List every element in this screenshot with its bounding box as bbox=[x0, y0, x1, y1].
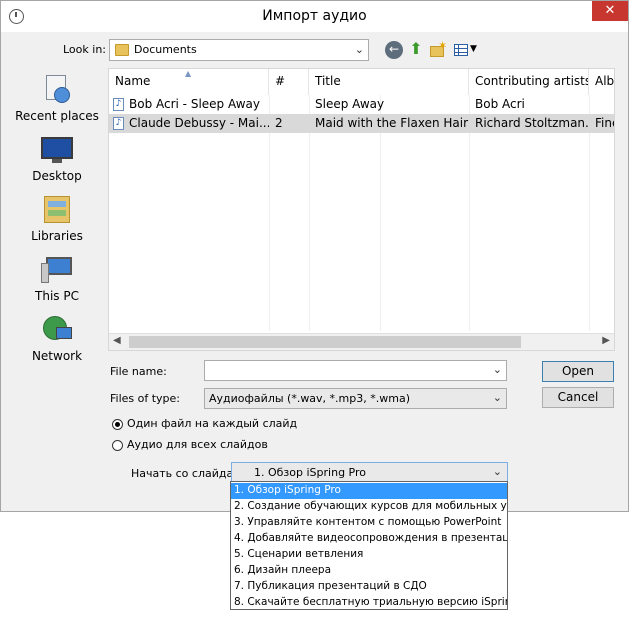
chevron-down-icon: ⌄ bbox=[354, 43, 364, 56]
place-label: Network bbox=[31, 349, 83, 363]
artist-cell: Richard Stoltzman... bbox=[475, 116, 589, 130]
title-cell: Sleep Away bbox=[315, 97, 385, 111]
radio-all-slides-label[interactable]: Аудио для всех слайдов bbox=[127, 438, 268, 451]
column-header-row: ▲ Name # Title Contributing artists Albu bbox=[109, 69, 614, 95]
audio-file-icon: ♪ bbox=[113, 98, 124, 111]
place-this-pc[interactable]: This PC bbox=[9, 253, 105, 303]
cancel-button[interactable]: Cancel bbox=[542, 387, 614, 408]
title-cell: Maid with the Flaxen Hair bbox=[315, 116, 469, 130]
dropdown-option[interactable]: 4. Добавляйте видеосопровождения в презе… bbox=[231, 531, 507, 547]
dropdown-option[interactable]: 8. Скачайте бесплатную триальную версию … bbox=[231, 595, 507, 609]
folder-icon bbox=[115, 44, 129, 56]
file-name: Bob Acri - Sleep Away bbox=[129, 97, 260, 111]
chevron-down-icon: ⌄ bbox=[492, 391, 502, 404]
new-folder-icon[interactable]: ✶ bbox=[429, 39, 447, 59]
lookin-combo[interactable]: Documents ⌄ bbox=[109, 39, 369, 61]
table-row[interactable]: ♪ Bob Acri - Sleep Away Sleep Away Bob A… bbox=[109, 95, 614, 114]
dropdown-option[interactable]: 5. Сценарии ветвления bbox=[231, 547, 507, 563]
lookin-value: Documents bbox=[134, 43, 197, 56]
sort-ascending-icon: ▲ bbox=[185, 69, 192, 78]
file-name-cell: ♪ Claude Debussy - Mai... bbox=[109, 114, 269, 133]
radio-one-per-slide[interactable] bbox=[112, 419, 123, 430]
place-label: Desktop bbox=[32, 169, 82, 183]
network-icon bbox=[40, 313, 74, 345]
track-number-cell: 2 bbox=[275, 116, 283, 130]
file-name-label: File name: bbox=[110, 365, 167, 378]
place-recent[interactable]: Recent places bbox=[9, 73, 105, 123]
title-bar[interactable]: Импорт аудио ✕ bbox=[1, 1, 628, 32]
chevron-down-icon[interactable]: ⌄ bbox=[493, 363, 502, 376]
track-number-cell bbox=[269, 95, 309, 114]
table-row-selected[interactable]: ♪ Claude Debussy - Mai... 2 Maid with th… bbox=[109, 114, 614, 133]
place-libraries[interactable]: Libraries bbox=[9, 193, 105, 243]
column-header-title[interactable]: Title bbox=[309, 69, 469, 95]
dropdown-option[interactable]: 6. Дизайн плеера bbox=[231, 563, 507, 579]
column-header-album[interactable]: Albu bbox=[589, 69, 614, 95]
dropdown-option[interactable]: 1. Обзор iSpring Pro bbox=[231, 483, 507, 499]
radio-one-per-slide-label[interactable]: Один файл на каждый слайд bbox=[127, 417, 297, 430]
column-header-name[interactable]: ▲ Name bbox=[109, 69, 269, 95]
dropdown-option[interactable]: 3. Управляйте контентом с помощью PowerP… bbox=[231, 515, 507, 531]
start-slide-label: Начать со слайда: bbox=[131, 467, 237, 480]
artist-cell: Bob Acri bbox=[475, 97, 525, 111]
close-button[interactable]: ✕ bbox=[592, 1, 628, 21]
radio-all-slides[interactable] bbox=[112, 440, 123, 451]
scrollbar-thumb[interactable] bbox=[129, 336, 521, 348]
scroll-left-icon[interactable]: ◀ bbox=[113, 335, 121, 346]
start-slide-value: 1. Обзор iSpring Pro bbox=[254, 466, 366, 479]
open-button[interactable]: Open bbox=[542, 361, 614, 382]
this-pc-icon bbox=[40, 253, 74, 285]
file-list[interactable]: ▲ Name # Title Contributing artists Albu… bbox=[108, 68, 615, 351]
file-name: Claude Debussy - Mai... bbox=[129, 116, 269, 130]
chevron-down-icon: ⌄ bbox=[492, 465, 502, 478]
place-label: Recent places bbox=[15, 109, 99, 123]
window-title: Импорт аудио bbox=[262, 8, 367, 24]
album-cell bbox=[589, 95, 614, 114]
view-menu-icon[interactable]: ▼ bbox=[453, 41, 479, 59]
libraries-icon bbox=[40, 193, 74, 225]
album-cell: Fine bbox=[595, 116, 614, 130]
file-type-value: Аудиофайлы (*.wav, *.mp3, *.wma) bbox=[209, 392, 410, 405]
back-icon[interactable]: ← bbox=[385, 41, 403, 59]
column-header-artists[interactable]: Contributing artists bbox=[469, 69, 589, 95]
horizontal-scrollbar[interactable]: ◀ ▶ bbox=[109, 333, 614, 350]
place-network[interactable]: Network bbox=[9, 313, 105, 363]
places-bar: Recent places Desktop Libraries This PC … bbox=[9, 67, 105, 367]
start-slide-select[interactable]: 1. Обзор iSpring Pro ⌄ bbox=[231, 462, 508, 483]
start-slide-dropdown: 1. Обзор iSpring Pro 2. Создание обучающ… bbox=[230, 481, 508, 610]
scroll-right-icon[interactable]: ▶ bbox=[602, 335, 610, 346]
dropdown-option[interactable]: 2. Создание обучающих курсов для мобильн… bbox=[231, 499, 507, 515]
place-label: Libraries bbox=[31, 229, 83, 243]
up-folder-icon[interactable]: ⬆ bbox=[407, 41, 425, 59]
place-desktop[interactable]: Desktop bbox=[9, 133, 105, 183]
desktop-icon bbox=[40, 133, 74, 165]
import-audio-dialog: Импорт аудио ✕ Look in: Documents ⌄ ← ⬆ … bbox=[0, 0, 629, 512]
file-name-input[interactable]: ⌄ bbox=[204, 360, 507, 381]
column-header-number[interactable]: # bbox=[269, 69, 309, 95]
file-type-label: Files of type: bbox=[110, 392, 181, 405]
dropdown-option[interactable]: 7. Публикация презентаций в СДО bbox=[231, 579, 507, 595]
recent-places-icon bbox=[40, 73, 74, 105]
lookin-label: Look in: bbox=[63, 43, 106, 56]
place-label: This PC bbox=[35, 289, 79, 303]
file-type-select[interactable]: Аудиофайлы (*.wav, *.mp3, *.wma) ⌄ bbox=[204, 388, 507, 409]
file-name-cell: ♪ Bob Acri - Sleep Away bbox=[109, 95, 269, 114]
audio-file-icon: ♪ bbox=[113, 117, 124, 130]
